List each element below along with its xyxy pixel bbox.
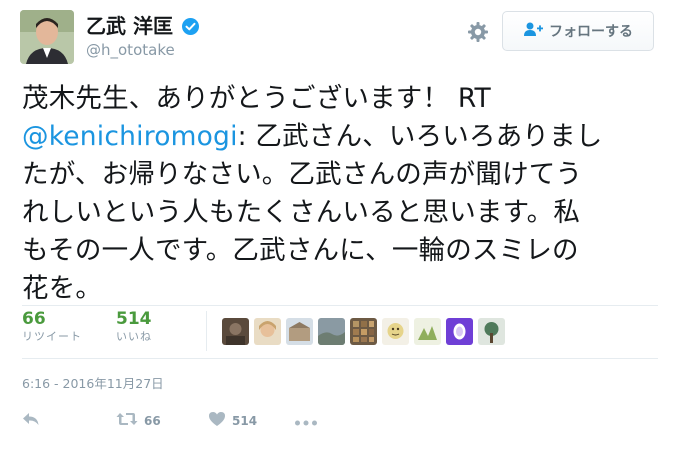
retweets-stat[interactable]: 66 リツイート — [22, 309, 82, 345]
liker-avatar[interactable] — [478, 318, 505, 345]
follow-button[interactable]: フォローする — [502, 11, 654, 51]
tweet-actions: 66 514 — [22, 408, 522, 434]
more-button[interactable] — [294, 408, 318, 434]
tweet-line-text: : 乙武さん、いろいろありまし — [237, 121, 603, 152]
likes-stat[interactable]: 514 いいね — [116, 309, 152, 345]
mention-link[interactable]: @kenichiromogi — [22, 121, 238, 152]
more-dots-icon — [294, 412, 318, 431]
stats-separator — [206, 311, 207, 351]
likes-count: 514 — [116, 309, 152, 329]
tweet-header: 乙武 洋匡 @h_ototake フォローする — [20, 10, 660, 68]
liker-avatar[interactable] — [382, 318, 409, 345]
retweets-label: リツイート — [22, 330, 82, 343]
liker-avatar[interactable] — [222, 318, 249, 345]
add-user-icon — [523, 21, 543, 41]
reply-button[interactable] — [22, 408, 40, 434]
tweet-line: 茂木先生、ありがとうございます！ RT — [22, 83, 491, 114]
heart-icon — [208, 411, 226, 431]
verified-badge-icon — [182, 17, 200, 35]
tweet-line: れしいという人もたくさんいると思います。私 — [22, 197, 581, 228]
name-block: 乙武 洋匡 @h_ototake — [86, 14, 200, 60]
tweet-text: 茂木先生、ありがとうございます！ RT @kenichiromogi: 乙武さん… — [22, 80, 658, 308]
liker-avatar[interactable] — [254, 318, 281, 345]
likes-label: いいね — [116, 330, 152, 343]
tweet-line: @kenichiromogi: 乙武さん、いろいろありまし — [22, 118, 658, 156]
liker-avatar[interactable] — [446, 318, 473, 345]
retweet-button[interactable]: 66 — [116, 408, 161, 434]
tweet-line: もその一人です。乙武さんに、一輪のスミレの — [22, 235, 579, 266]
retweet-count: 66 — [144, 414, 161, 428]
display-name[interactable]: 乙武 洋匡 — [86, 14, 173, 38]
tweet-timestamp[interactable]: 6:16 - 2016年11月27日 — [22, 375, 164, 393]
like-button[interactable]: 514 — [208, 408, 257, 434]
reply-icon — [22, 411, 40, 431]
tweet-line: 花を。 — [22, 273, 103, 304]
liker-avatar[interactable] — [414, 318, 441, 345]
divider — [22, 358, 658, 359]
liker-avatar[interactable] — [286, 318, 313, 345]
divider — [22, 305, 658, 306]
liker-avatar[interactable] — [318, 318, 345, 345]
tweet-stats: 66 リツイート 514 いいね — [22, 309, 658, 355]
tweet-line: たが、お帰りなさい。乙武さんの声が聞けてう — [22, 159, 583, 190]
follow-button-label: フォローする — [549, 24, 633, 40]
avatar[interactable] — [20, 10, 74, 64]
gear-icon[interactable] — [466, 20, 490, 44]
retweets-count: 66 — [22, 309, 46, 329]
user-handle[interactable]: @h_ototake — [86, 40, 199, 60]
liker-avatar[interactable] — [350, 318, 377, 345]
retweet-icon — [116, 411, 138, 431]
like-count: 514 — [232, 414, 258, 428]
liker-avatars — [222, 318, 505, 345]
